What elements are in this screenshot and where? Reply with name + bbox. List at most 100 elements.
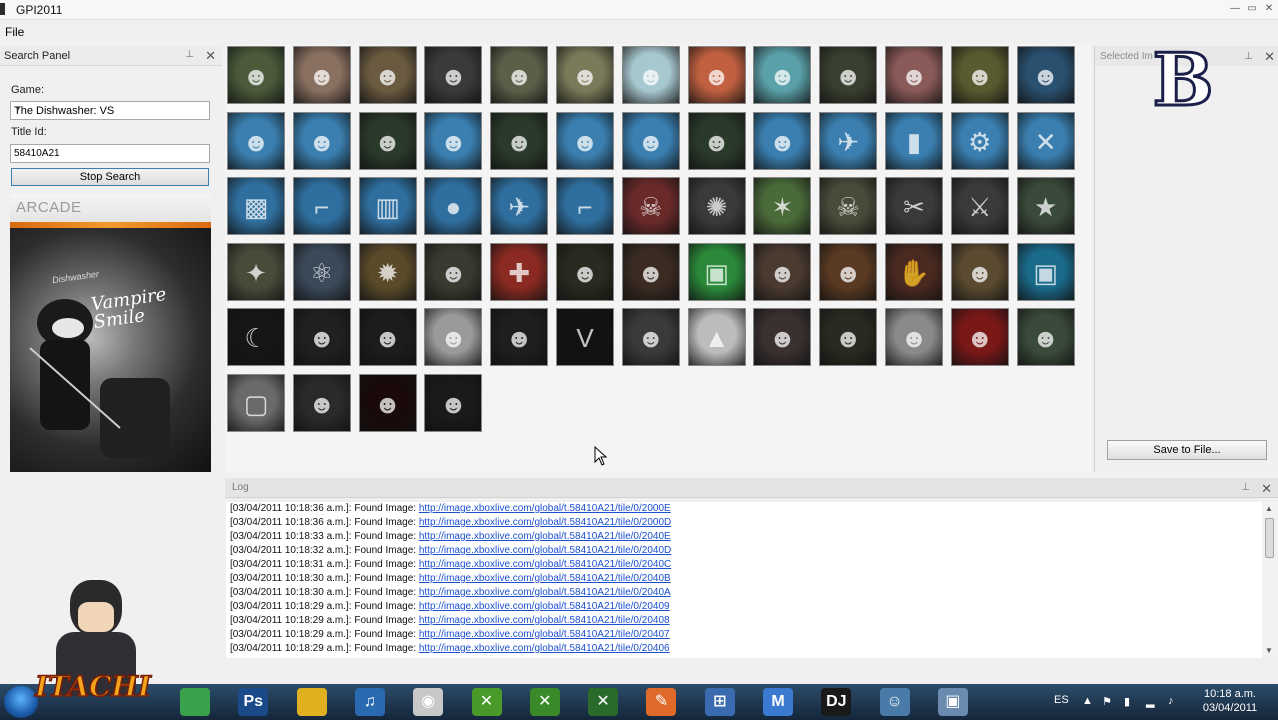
dropdown-arrow-icon[interactable]: ▼ [14, 104, 206, 113]
log-entry-link[interactable]: http://image.xboxlive.com/global/t.58410… [419, 503, 671, 514]
gamer-picture-tile[interactable]: ☻ [292, 111, 351, 170]
close-icon[interactable]: ✕ [1261, 481, 1272, 497]
taskbar-chrome-icon[interactable] [180, 688, 210, 716]
gamer-picture-tile[interactable]: ☻ [885, 46, 943, 104]
gamer-picture-tile[interactable]: ☻ [424, 46, 483, 104]
pin-icon[interactable]: ⊥ [1244, 51, 1253, 62]
gamer-picture-tile[interactable]: ☻ [819, 242, 878, 301]
scroll-thumb[interactable] [1265, 518, 1274, 558]
taskbar-paint-app-icon[interactable]: ✎ [646, 688, 677, 716]
gamer-picture-tile[interactable]: ☻ [753, 46, 812, 104]
clock[interactable]: 10:18 a.m. 03/04/2011 [1198, 687, 1262, 715]
log-entry-link[interactable]: http://image.xboxlive.com/global/t.58410… [419, 545, 671, 556]
minimize-icon[interactable]: — [1228, 2, 1242, 16]
gamer-picture-tile[interactable]: ☻ [621, 46, 680, 104]
log-entry-link[interactable]: http://image.xboxlive.com/global/t.58410… [419, 587, 671, 598]
gamer-picture-tile[interactable]: ☻ [358, 46, 417, 104]
gamer-picture-tile[interactable]: ☻ [292, 46, 351, 104]
gamer-picture-tile[interactable]: ✦ [227, 242, 285, 301]
gamer-picture-tile[interactable]: ✈ [490, 177, 549, 236]
gamer-picture-tile[interactable]: ☻ [1016, 308, 1075, 367]
stop-search-button[interactable]: Stop Search [11, 168, 209, 186]
gamer-picture-tile[interactable]: ✺ [687, 177, 746, 236]
gamer-picture-tile[interactable]: ▮ [885, 111, 943, 170]
pin-icon[interactable]: ⊥ [1241, 482, 1250, 493]
gamer-picture-tile[interactable]: ⌐ [556, 177, 614, 236]
gamer-picture-tile[interactable]: ✋ [885, 242, 943, 301]
start-button[interactable] [4, 686, 38, 718]
gamer-picture-tile[interactable]: ▥ [358, 177, 417, 236]
scroll-down-icon[interactable]: ▼ [1265, 646, 1273, 655]
gamer-picture-tile[interactable]: ▣ [687, 242, 746, 301]
taskbar-xbox-3-icon[interactable]: ✕ [588, 688, 619, 716]
taskbar-xbox-2-icon[interactable]: ✕ [529, 688, 560, 716]
gamer-picture-tile[interactable]: ☻ [556, 242, 614, 301]
gamer-picture-tile[interactable]: ☠ [621, 177, 680, 236]
gamer-picture-tile[interactable]: ☻ [753, 242, 812, 301]
gamer-picture-tile[interactable]: ☻ [753, 111, 812, 170]
gamer-picture-tile[interactable]: ✕ [1016, 111, 1075, 170]
gamer-picture-tile[interactable]: ☻ [1016, 46, 1075, 104]
gamer-picture-tile[interactable]: ⚔ [950, 177, 1009, 236]
close-icon[interactable]: ✕ [205, 48, 216, 64]
log-entry-link[interactable]: http://image.xboxlive.com/global/t.58410… [419, 559, 671, 570]
log-entry-link[interactable]: http://image.xboxlive.com/global/t.58410… [419, 615, 670, 626]
network-icon[interactable]: ▂ [1146, 695, 1154, 708]
gamer-picture-tile[interactable]: ☻ [753, 308, 812, 367]
pin-icon[interactable]: ⊥ [185, 49, 194, 60]
gamer-picture-tile[interactable]: ☻ [950, 242, 1009, 301]
gamer-picture-tile[interactable]: ☠ [819, 177, 878, 236]
menu-file[interactable]: File [5, 25, 24, 39]
log-entry-link[interactable]: http://image.xboxlive.com/global/t.58410… [419, 629, 670, 640]
gamer-picture-tile[interactable]: ▣ [1016, 242, 1075, 301]
taskbar-controller-icon[interactable]: ◉ [413, 688, 444, 716]
gamer-picture-tile[interactable]: ☻ [227, 46, 285, 104]
gamer-picture-tile[interactable]: ☻ [885, 308, 943, 367]
language-indicator[interactable]: ES [1054, 694, 1069, 706]
tray-arrow-icon[interactable]: ▲ [1082, 695, 1093, 707]
save-to-file-button[interactable]: Save to File... [1107, 440, 1267, 460]
gamer-picture-tile[interactable]: ☻ [819, 308, 878, 367]
gamer-picture-tile[interactable]: ☻ [950, 308, 1009, 367]
gamer-picture-tile[interactable]: ☻ [621, 111, 680, 170]
taskbar-dj-app-icon[interactable]: DJ [821, 688, 852, 716]
taskbar-gpi-app-icon[interactable]: ▣ [937, 688, 968, 716]
gamer-picture-tile[interactable]: ★ [1016, 177, 1075, 236]
gamer-picture-tile[interactable]: ☻ [687, 111, 746, 170]
gamer-picture-tile[interactable]: ☻ [687, 46, 746, 104]
gamer-picture-tile[interactable]: ☻ [292, 308, 351, 367]
flag-icon[interactable]: ⚑ [1102, 695, 1112, 708]
gamer-picture-tile[interactable]: ✈ [819, 111, 878, 170]
gamer-picture-tile[interactable]: ☻ [424, 374, 483, 432]
gamer-picture-tile[interactable]: ☻ [424, 111, 483, 170]
taskbar-bird-app-icon[interactable] [296, 688, 327, 716]
gamer-picture-tile[interactable]: ☻ [490, 111, 549, 170]
gamer-picture-tile[interactable]: ☻ [292, 374, 351, 432]
gamer-picture-tile[interactable]: ● [424, 177, 483, 236]
gamer-picture-tile[interactable]: ☻ [358, 111, 417, 170]
scroll-up-icon[interactable]: ▲ [1265, 504, 1273, 513]
gamer-picture-tile[interactable]: ✹ [358, 242, 417, 301]
log-entry-link[interactable]: http://image.xboxlive.com/global/t.58410… [419, 601, 670, 612]
title-id-input[interactable] [10, 144, 210, 163]
game-select[interactable]: The Dishwasher: VS ▼ [10, 101, 210, 120]
maximize-icon[interactable]: ▭ [1245, 2, 1259, 16]
log-entry-link[interactable]: http://image.xboxlive.com/global/t.58410… [419, 517, 671, 528]
gamer-picture-tile[interactable]: ☻ [424, 308, 483, 367]
log-entry-link[interactable]: http://image.xboxlive.com/global/t.58410… [419, 643, 670, 654]
log-scrollbar[interactable]: ▲ ▼ [1262, 502, 1278, 658]
gamer-picture-tile[interactable]: ☻ [358, 308, 417, 367]
taskbar-users-app-icon[interactable]: ☺ [879, 688, 910, 716]
gamer-picture-tile[interactable]: V [556, 308, 614, 367]
taskbar-photoshop-icon[interactable]: Ps [238, 688, 269, 716]
taskbar-itunes-icon[interactable]: ♫ [354, 688, 385, 716]
gamer-picture-tile[interactable]: ☻ [819, 46, 878, 104]
gamer-picture-tile[interactable]: ✂ [885, 177, 943, 236]
gamer-picture-tile[interactable]: ☻ [556, 111, 614, 170]
close-icon[interactable]: ✕ [1262, 2, 1276, 16]
gamer-picture-tile[interactable]: ☻ [227, 111, 285, 170]
gamer-picture-tile[interactable]: ☻ [358, 374, 417, 432]
taskbar-m-app-icon[interactable]: M [763, 688, 793, 716]
volume-icon[interactable]: ♪ [1168, 695, 1174, 707]
gamer-picture-tile[interactable]: ☾ [227, 308, 285, 367]
